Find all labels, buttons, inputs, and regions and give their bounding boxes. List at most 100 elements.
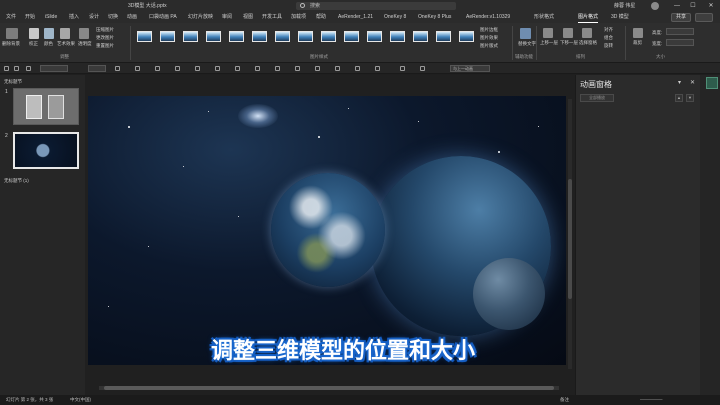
comment-button[interactable] (695, 13, 713, 22)
tab-animations[interactable]: 动画 (127, 12, 137, 23)
picture-border[interactable]: 图片边框 (480, 27, 498, 33)
pane-close-icon[interactable]: ✕ (690, 79, 695, 86)
move-up-button[interactable]: ▲ (675, 94, 683, 102)
send-backward-icon[interactable] (563, 28, 573, 38)
corrections-icon[interactable] (29, 28, 39, 39)
color-picker-icon[interactable] (355, 66, 360, 71)
color-icon[interactable] (44, 28, 54, 39)
save-icon[interactable] (26, 66, 31, 71)
tab-slideshow[interactable]: 幻灯片放映 (188, 12, 213, 23)
reset-picture[interactable]: 重置图片 (96, 43, 114, 49)
color-label[interactable]: 颜色 (44, 41, 53, 47)
font-name-box[interactable] (40, 65, 68, 72)
rect-icon[interactable] (175, 66, 180, 71)
scroll-thumb[interactable] (104, 386, 554, 390)
selection-pane-icon[interactable] (582, 28, 592, 38)
picture-style-10[interactable] (344, 31, 359, 42)
picture-style-13[interactable] (413, 31, 428, 42)
tab-view[interactable]: 视图 (243, 12, 253, 23)
zoom-slider[interactable]: ————— (640, 395, 663, 405)
remove-background-label[interactable]: 删除背景 (2, 41, 20, 47)
bring-forward-icon[interactable] (543, 28, 553, 38)
distribute-icon[interactable] (335, 66, 340, 71)
user-name[interactable]: 薛蓉 伟星 (614, 0, 635, 12)
tab-addins[interactable]: 加载项 (291, 12, 306, 23)
horizontal-scrollbar[interactable] (99, 386, 559, 390)
transparency-icon[interactable] (79, 28, 89, 39)
selection-pane-label[interactable]: 选择窗格 (579, 40, 597, 46)
width-input[interactable] (666, 39, 694, 46)
timer-icon[interactable] (420, 66, 425, 71)
alt-text-label[interactable]: 替换文字 (518, 41, 536, 47)
transparency-label[interactable]: 透明度 (78, 41, 92, 47)
tab-help[interactable]: 帮助 (316, 12, 326, 23)
picture-style-6[interactable] (252, 31, 267, 42)
tab-insert[interactable]: 插入 (69, 12, 79, 23)
height-input[interactable] (666, 28, 694, 35)
arrow-icon[interactable] (155, 66, 160, 71)
tab-transitions[interactable]: 切换 (108, 12, 118, 23)
corrections-label[interactable]: 校正 (29, 41, 38, 47)
picture-style-7[interactable] (275, 31, 290, 42)
side-rail-button[interactable] (706, 77, 718, 89)
tab-shape-format[interactable]: 形状格式 (534, 12, 554, 23)
tab-pocket-animation[interactable]: 口袋动画 PA (149, 12, 177, 23)
pane-options-icon[interactable]: ▾ (678, 79, 681, 86)
picture-style-1[interactable] (137, 31, 152, 42)
font-size-box[interactable] (88, 65, 106, 72)
picture-style-9[interactable] (321, 31, 336, 42)
link-icon[interactable] (275, 66, 280, 71)
search-box[interactable]: 搜索 (296, 2, 456, 10)
align-button[interactable]: 对齐 (604, 27, 613, 33)
picture-layout[interactable]: 图片版式 (480, 43, 498, 49)
crop-icon[interactable] (633, 28, 643, 38)
scroll-thumb[interactable] (568, 179, 572, 299)
artistic-effects-icon[interactable] (60, 28, 70, 39)
language-indicator[interactable]: 中文(中国) (70, 395, 91, 405)
outline-icon[interactable] (235, 66, 240, 71)
picture-style-11[interactable] (367, 31, 382, 42)
remove-background-icon[interactable] (6, 28, 18, 39)
share-button[interactable]: 共享 (671, 13, 691, 22)
picture-style-4[interactable] (206, 31, 221, 42)
compress-pictures[interactable]: 压缩图片 (96, 27, 114, 33)
maximize-button[interactable]: ☐ (688, 0, 698, 12)
picture-style-15[interactable] (459, 31, 474, 42)
redo-icon[interactable] (14, 66, 19, 71)
rotate-button[interactable]: 旋转 (604, 43, 613, 49)
fill-icon[interactable] (215, 66, 220, 71)
tab-home[interactable]: 开始 (25, 12, 35, 23)
slide-thumbnail-1[interactable] (13, 88, 79, 125)
earth-3d-model[interactable] (271, 173, 385, 287)
change-picture[interactable]: 更改图片 (96, 35, 114, 41)
bring-forward-label[interactable]: 上移一层 (540, 40, 558, 46)
tab-3d-model[interactable]: 3D 模型 (611, 12, 629, 23)
vertical-scrollbar[interactable] (568, 99, 572, 369)
animation-start-select[interactable]: 与上一动画 (450, 65, 490, 72)
crop-label[interactable]: 裁剪 (633, 40, 642, 46)
picture-style-14[interactable] (436, 31, 451, 42)
section-title[interactable]: 无标题节 (1) (4, 178, 29, 184)
picture-style-5[interactable] (229, 31, 244, 42)
section-title[interactable]: 无标题节 (4, 79, 22, 85)
picture-style-3[interactable] (183, 31, 198, 42)
group-icon[interactable] (295, 66, 300, 71)
group-button[interactable]: 组合 (604, 35, 613, 41)
close-button[interactable]: ✕ (706, 0, 716, 12)
picture-effects[interactable]: 图片效果 (480, 35, 498, 41)
tab-file[interactable]: 文件 (6, 12, 16, 23)
tab-developer[interactable]: 开发工具 (262, 12, 282, 23)
avatar[interactable] (651, 2, 659, 10)
format-icon[interactable] (115, 66, 120, 71)
undo-icon[interactable] (4, 66, 9, 71)
tab-picture-format[interactable]: 图片格式 (578, 12, 599, 23)
slide-canvas[interactable]: 调整三维模型的位置和大小 (88, 96, 566, 365)
tab-review[interactable]: 审阅 (222, 12, 232, 23)
tab-aerender-v[interactable]: AeRender.v1.10329 (466, 12, 510, 23)
shape-icon[interactable] (135, 66, 140, 71)
align-icon[interactable] (315, 66, 320, 71)
text-icon[interactable] (375, 66, 380, 71)
artistic-effects-label[interactable]: 艺术效果 (57, 41, 75, 47)
tab-islide[interactable]: iSlide (45, 12, 57, 23)
tab-design[interactable]: 设计 (89, 12, 99, 23)
